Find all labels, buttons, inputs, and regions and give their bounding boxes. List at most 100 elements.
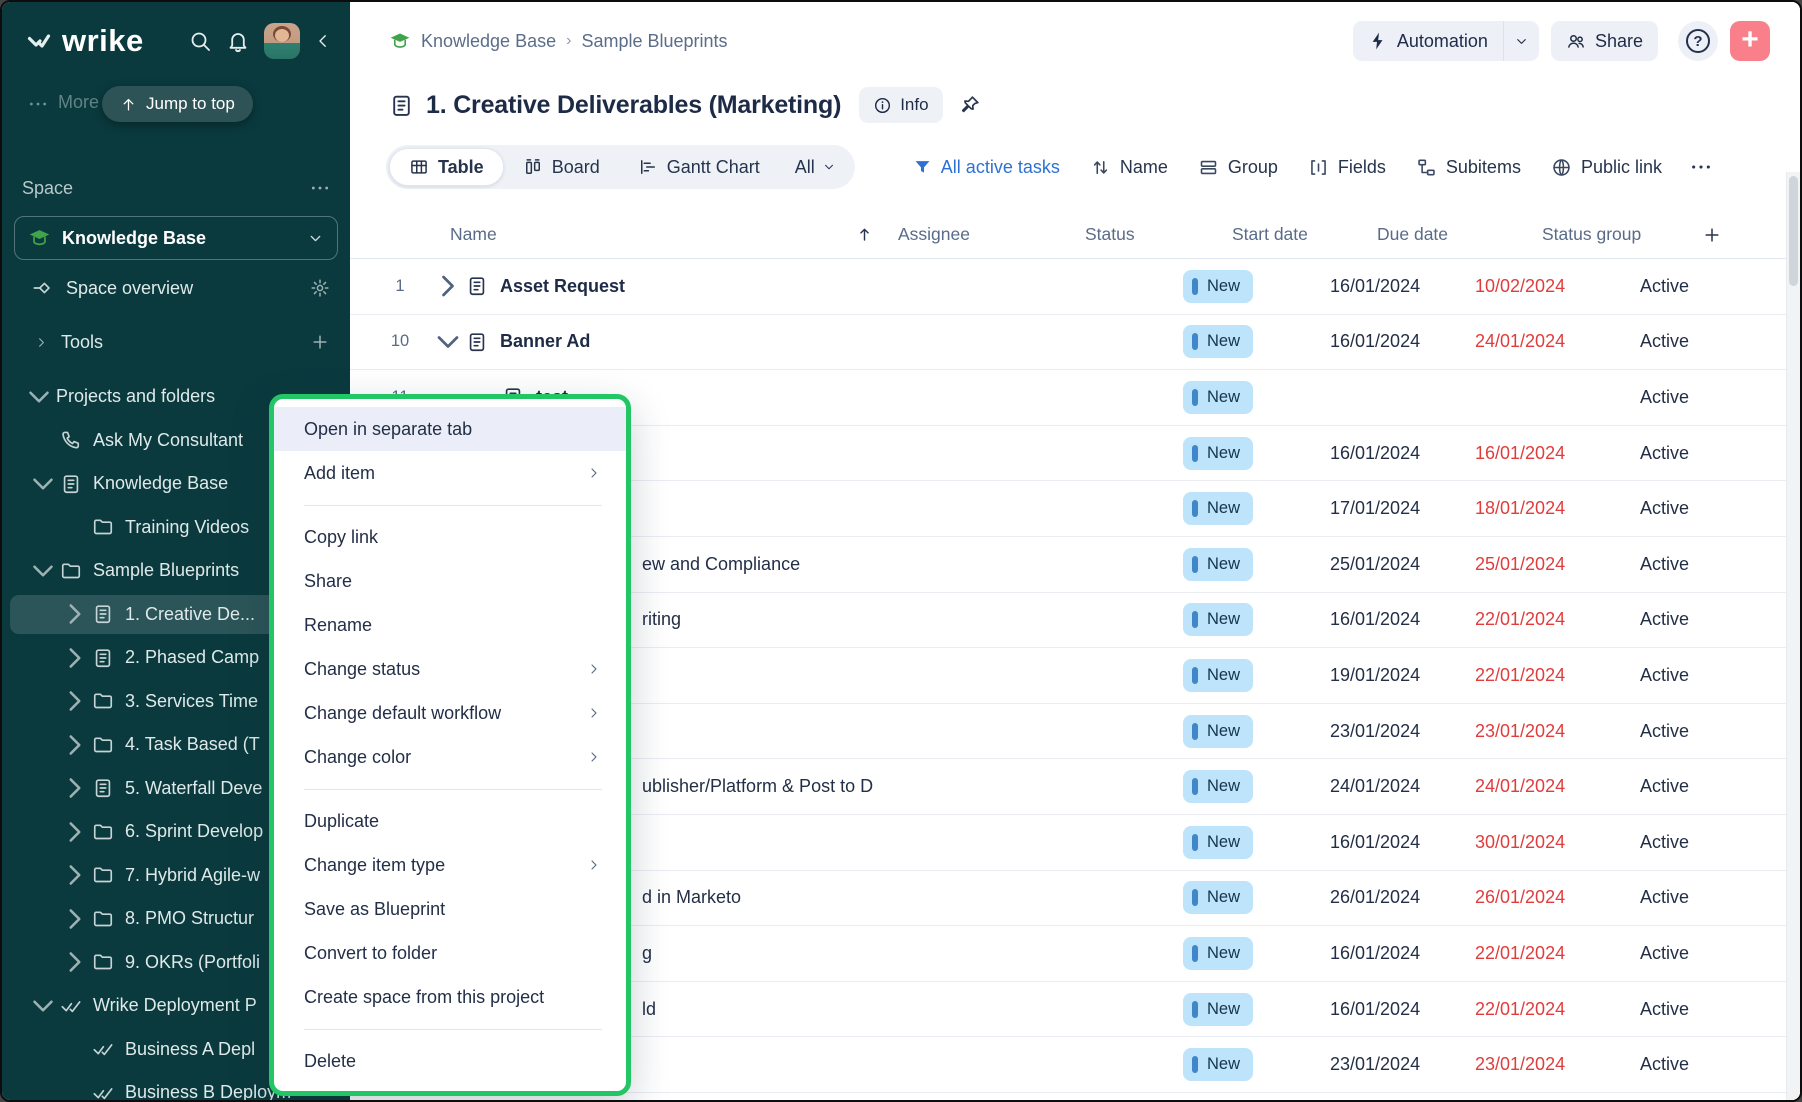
more-options-icon[interactable]: [1690, 156, 1712, 178]
collapse-sidebar-icon[interactable]: [314, 29, 332, 53]
status-cell[interactable]: New: [1183, 659, 1330, 692]
status-group-cell[interactable]: Active: [1640, 832, 1800, 853]
due-date-cell[interactable]: 18/01/2024: [1475, 498, 1640, 519]
status-group-cell[interactable]: Active: [1640, 999, 1800, 1020]
menu-item-create-space-from-this-project[interactable]: Create space from this project: [274, 975, 626, 1019]
start-date-cell[interactable]: 16/01/2024: [1330, 832, 1475, 853]
chevron-right-icon[interactable]: [58, 728, 92, 762]
status-group-cell[interactable]: Active: [1640, 498, 1800, 519]
gear-icon[interactable]: [310, 278, 330, 298]
notifications-bell-icon[interactable]: [226, 29, 250, 53]
menu-item-open-in-separate-tab[interactable]: Open in separate tab: [274, 407, 626, 451]
chevron-right-icon[interactable]: [58, 641, 92, 675]
tab-table[interactable]: Table: [389, 148, 504, 186]
menu-item-change-color[interactable]: Change color: [274, 735, 626, 779]
status-badge[interactable]: New: [1183, 826, 1253, 859]
menu-item-delete[interactable]: Delete: [274, 1039, 626, 1083]
due-date-cell[interactable]: 22/01/2024: [1475, 609, 1640, 630]
view-scope-dropdown[interactable]: All: [779, 157, 852, 178]
status-cell[interactable]: New: [1183, 715, 1330, 748]
due-date-cell[interactable]: 10/02/2024: [1475, 276, 1640, 297]
task-name-fragment[interactable]: ublisher/Platform & Post to D: [642, 776, 873, 797]
tab-gantt[interactable]: Gantt Chart: [619, 148, 779, 186]
public-link-button[interactable]: Public link: [1551, 157, 1662, 178]
status-badge[interactable]: New: [1183, 270, 1253, 303]
chevron-down-icon[interactable]: [26, 467, 60, 501]
due-date-cell[interactable]: 22/01/2024: [1475, 999, 1640, 1020]
start-date-cell[interactable]: 19/01/2024: [1330, 665, 1475, 686]
automation-dropdown-button[interactable]: [1503, 21, 1539, 61]
menu-item-share[interactable]: Share: [274, 559, 626, 603]
menu-item-copy-link[interactable]: Copy link: [274, 515, 626, 559]
menu-item-duplicate[interactable]: Duplicate: [274, 799, 626, 843]
task-name-fragment[interactable]: ew and Compliance: [642, 554, 800, 575]
status-cell[interactable]: New: [1183, 603, 1330, 636]
add-tool-icon[interactable]: [310, 332, 330, 352]
breadcrumb-item-folder[interactable]: Sample Blueprints: [581, 31, 727, 52]
chevron-right-icon[interactable]: [58, 684, 92, 718]
start-date-cell[interactable]: 25/01/2024: [1330, 554, 1475, 575]
status-cell[interactable]: New: [1183, 270, 1330, 303]
chevron-right-icon[interactable]: [58, 771, 92, 805]
due-date-cell[interactable]: 26/01/2024: [1475, 887, 1640, 908]
subitems-button[interactable]: Subitems: [1416, 157, 1521, 178]
chevron-down-icon[interactable]: [26, 554, 60, 588]
status-group-cell[interactable]: Active: [1640, 331, 1800, 352]
menu-item-rename[interactable]: Rename: [274, 603, 626, 647]
start-date-cell[interactable]: 16/01/2024: [1330, 331, 1475, 352]
share-button[interactable]: Share: [1551, 21, 1658, 61]
table-row[interactable]: 1Asset RequestNew16/01/202410/02/2024Act…: [350, 259, 1800, 315]
column-header-status-group[interactable]: Status group: [1542, 224, 1702, 245]
menu-item-change-status[interactable]: Change status: [274, 647, 626, 691]
status-group-cell[interactable]: Active: [1640, 721, 1800, 742]
status-group-cell[interactable]: Active: [1640, 609, 1800, 630]
menu-item-add-item[interactable]: Add item: [274, 451, 626, 495]
wrike-logo[interactable]: wrike: [24, 23, 144, 59]
status-badge[interactable]: New: [1183, 659, 1253, 692]
column-header-assignee[interactable]: Assignee: [898, 224, 1085, 245]
menu-item-change-default-workflow[interactable]: Change default workflow: [274, 691, 626, 735]
search-icon[interactable]: [188, 29, 212, 53]
task-name-fragment[interactable]: riting: [642, 609, 681, 630]
column-header-name[interactable]: Name: [450, 224, 497, 245]
due-date-cell[interactable]: 30/01/2024: [1475, 832, 1640, 853]
due-date-cell[interactable]: 24/01/2024: [1475, 331, 1640, 352]
start-date-cell[interactable]: 16/01/2024: [1330, 999, 1475, 1020]
status-cell[interactable]: New: [1183, 492, 1330, 525]
tab-board[interactable]: Board: [504, 148, 619, 186]
status-badge[interactable]: New: [1183, 437, 1253, 470]
column-header-start-date[interactable]: Start date: [1232, 224, 1377, 245]
status-group-cell[interactable]: Active: [1640, 554, 1800, 575]
more-dots-icon[interactable]: [28, 94, 48, 114]
chevron-right-icon[interactable]: [58, 815, 92, 849]
status-badge[interactable]: New: [1183, 548, 1253, 581]
task-name[interactable]: Banner Ad: [500, 331, 590, 352]
column-header-due-date[interactable]: Due date: [1377, 224, 1542, 245]
status-cell[interactable]: New: [1183, 826, 1330, 859]
status-badge[interactable]: New: [1183, 770, 1253, 803]
status-badge[interactable]: New: [1183, 325, 1253, 358]
more-label[interactable]: More: [58, 92, 99, 113]
status-cell[interactable]: New: [1183, 770, 1330, 803]
status-badge[interactable]: New: [1183, 381, 1253, 414]
due-date-cell[interactable]: 16/01/2024: [1475, 443, 1640, 464]
status-badge[interactable]: New: [1183, 715, 1253, 748]
status-badge[interactable]: New: [1183, 993, 1253, 1026]
group-button[interactable]: Group: [1198, 157, 1278, 178]
start-date-cell[interactable]: 24/01/2024: [1330, 776, 1475, 797]
status-cell[interactable]: New: [1183, 1048, 1330, 1081]
expand-down-icon[interactable]: [430, 324, 466, 360]
status-badge[interactable]: New: [1183, 937, 1253, 970]
start-date-cell[interactable]: 17/01/2024: [1330, 498, 1475, 519]
chevron-right-icon[interactable]: [58, 597, 92, 631]
menu-item-save-as-blueprint[interactable]: Save as Blueprint: [274, 887, 626, 931]
due-date-cell[interactable]: 23/01/2024: [1475, 1054, 1640, 1075]
create-new-button[interactable]: +: [1730, 21, 1770, 61]
start-date-cell[interactable]: 23/01/2024: [1330, 721, 1475, 742]
start-date-cell[interactable]: 16/01/2024: [1330, 943, 1475, 964]
chevron-down-icon[interactable]: [26, 989, 60, 1023]
status-group-cell[interactable]: Active: [1640, 887, 1800, 908]
status-cell[interactable]: New: [1183, 381, 1330, 414]
menu-item-change-item-type[interactable]: Change item type: [274, 843, 626, 887]
due-date-cell[interactable]: 24/01/2024: [1475, 776, 1640, 797]
